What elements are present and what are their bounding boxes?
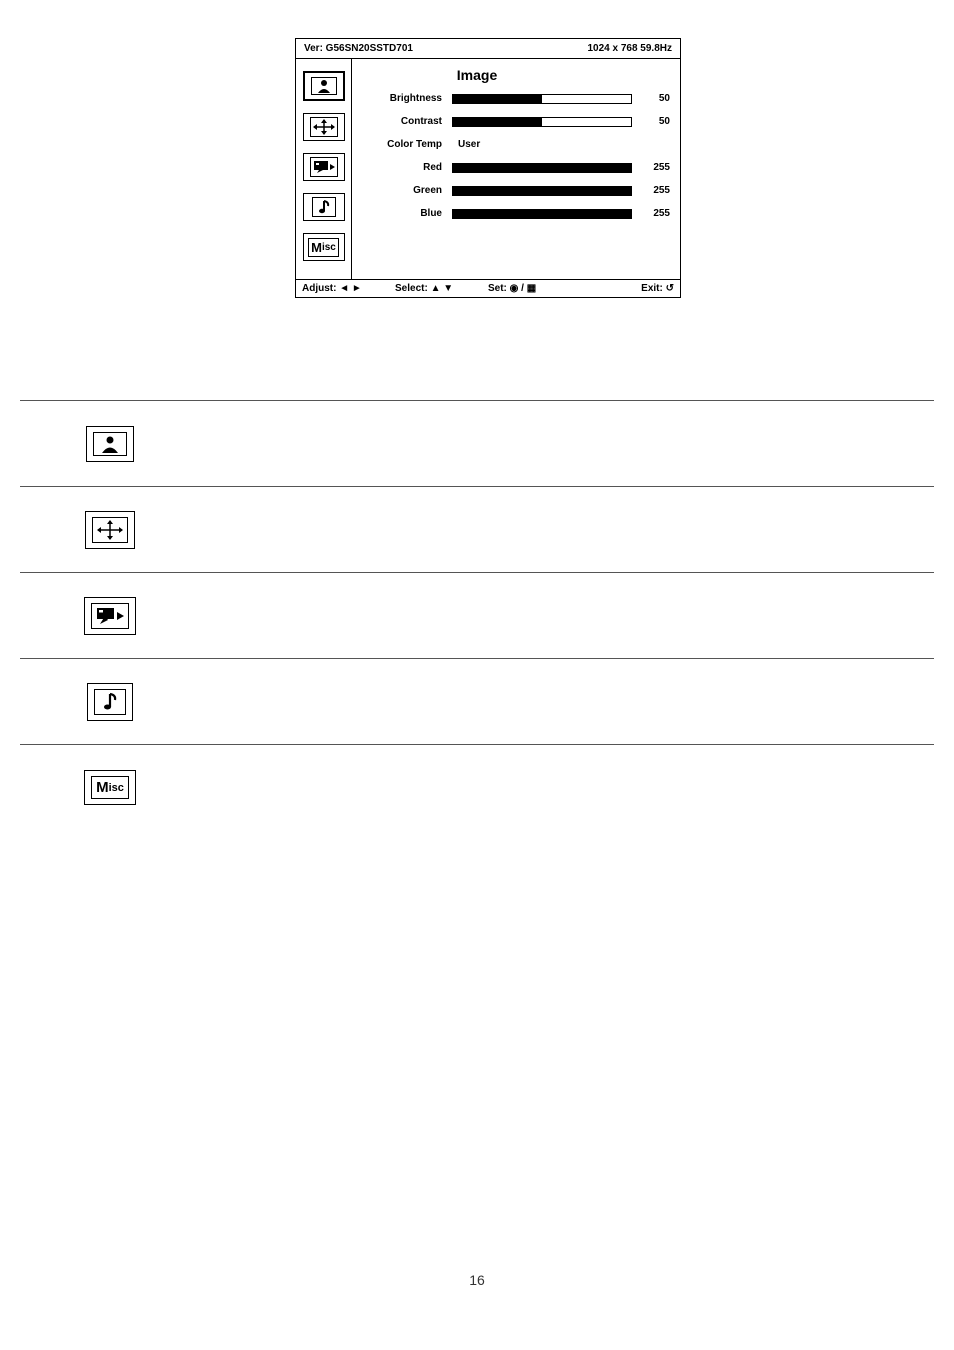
page-number: 16 [0, 1272, 954, 1288]
slider-brightness[interactable] [452, 94, 632, 104]
osd-sidebar: Misc [296, 59, 352, 279]
osd-resolution: 1024 x 768 59.8Hz [587, 43, 672, 54]
footer-exit: Exit: ↺ [581, 283, 674, 294]
slider-fill [453, 210, 631, 218]
language-icon [91, 603, 129, 629]
osd-footer: Adjust: ◄ ► Select: ▲ ▼ Set: ◉ / ▦ Exit:… [296, 279, 680, 297]
row-blue[interactable]: Blue 255 [362, 208, 670, 219]
misc-icon: Misc [91, 776, 129, 799]
value-green: 255 [632, 185, 670, 196]
ref-image-icon-box [86, 426, 134, 462]
misc-icon: Misc [308, 238, 339, 257]
row-colortemp[interactable]: Color Temp User [362, 139, 670, 150]
audio-icon [94, 689, 126, 715]
slider-red[interactable] [452, 163, 632, 173]
slider-fill [453, 95, 542, 103]
row-red[interactable]: Red 255 [362, 162, 670, 173]
position-icon [310, 117, 338, 137]
sidebar-item-image[interactable] [303, 71, 345, 101]
value-brightness: 50 [632, 93, 670, 104]
footer-select: Select: ▲ ▼ [395, 283, 488, 294]
slider-green[interactable] [452, 186, 632, 196]
osd-section-title: Image [362, 67, 670, 83]
position-icon [92, 517, 128, 543]
sidebar-item-language[interactable] [303, 153, 345, 181]
row-green[interactable]: Green 255 [362, 185, 670, 196]
slider-fill [453, 164, 631, 172]
audio-icon [312, 197, 336, 217]
label-red: Red [362, 162, 452, 173]
table-row [20, 658, 934, 744]
image-icon [311, 77, 337, 95]
row-contrast[interactable]: Contrast 50 [362, 116, 670, 127]
osd-body: Misc Image Brightness 50 Contrast 50 [296, 59, 680, 279]
slider-blue[interactable] [452, 209, 632, 219]
label-colortemp: Color Temp [362, 139, 452, 150]
language-icon [310, 157, 338, 177]
label-contrast: Contrast [362, 116, 452, 127]
slider-contrast[interactable] [452, 117, 632, 127]
sidebar-item-misc[interactable]: Misc [303, 233, 345, 261]
table-row [20, 572, 934, 658]
ref-audio-icon-box [87, 683, 133, 721]
table-row [20, 486, 934, 572]
ref-position-icon-box [85, 511, 135, 549]
label-green: Green [362, 185, 452, 196]
osd-content: Image Brightness 50 Contrast 50 Color Te… [352, 59, 680, 279]
slider-fill [453, 118, 542, 126]
sidebar-item-position[interactable] [303, 113, 345, 141]
slider-fill [453, 187, 631, 195]
label-blue: Blue [362, 208, 452, 219]
value-red: 255 [632, 162, 670, 173]
image-icon [93, 432, 127, 456]
row-brightness[interactable]: Brightness 50 [362, 93, 670, 104]
footer-set: Set: ◉ / ▦ [488, 283, 581, 294]
label-brightness: Brightness [362, 93, 452, 104]
value-colortemp: User [452, 139, 670, 150]
osd-panel: Ver: G56SN20SSTD701 1024 x 768 59.8Hz [295, 38, 681, 298]
footer-adjust: Adjust: ◄ ► [302, 283, 395, 294]
ref-misc-icon-box: Misc [84, 770, 136, 805]
value-blue: 255 [632, 208, 670, 219]
osd-version: Ver: G56SN20SSTD701 [304, 43, 413, 54]
sidebar-item-audio[interactable] [303, 193, 345, 221]
table-row: Misc [20, 744, 934, 830]
table-row [20, 400, 934, 486]
icon-reference-table: Misc [20, 400, 934, 830]
value-contrast: 50 [632, 116, 670, 127]
osd-header: Ver: G56SN20SSTD701 1024 x 768 59.8Hz [296, 39, 680, 59]
ref-language-icon-box [84, 597, 136, 635]
